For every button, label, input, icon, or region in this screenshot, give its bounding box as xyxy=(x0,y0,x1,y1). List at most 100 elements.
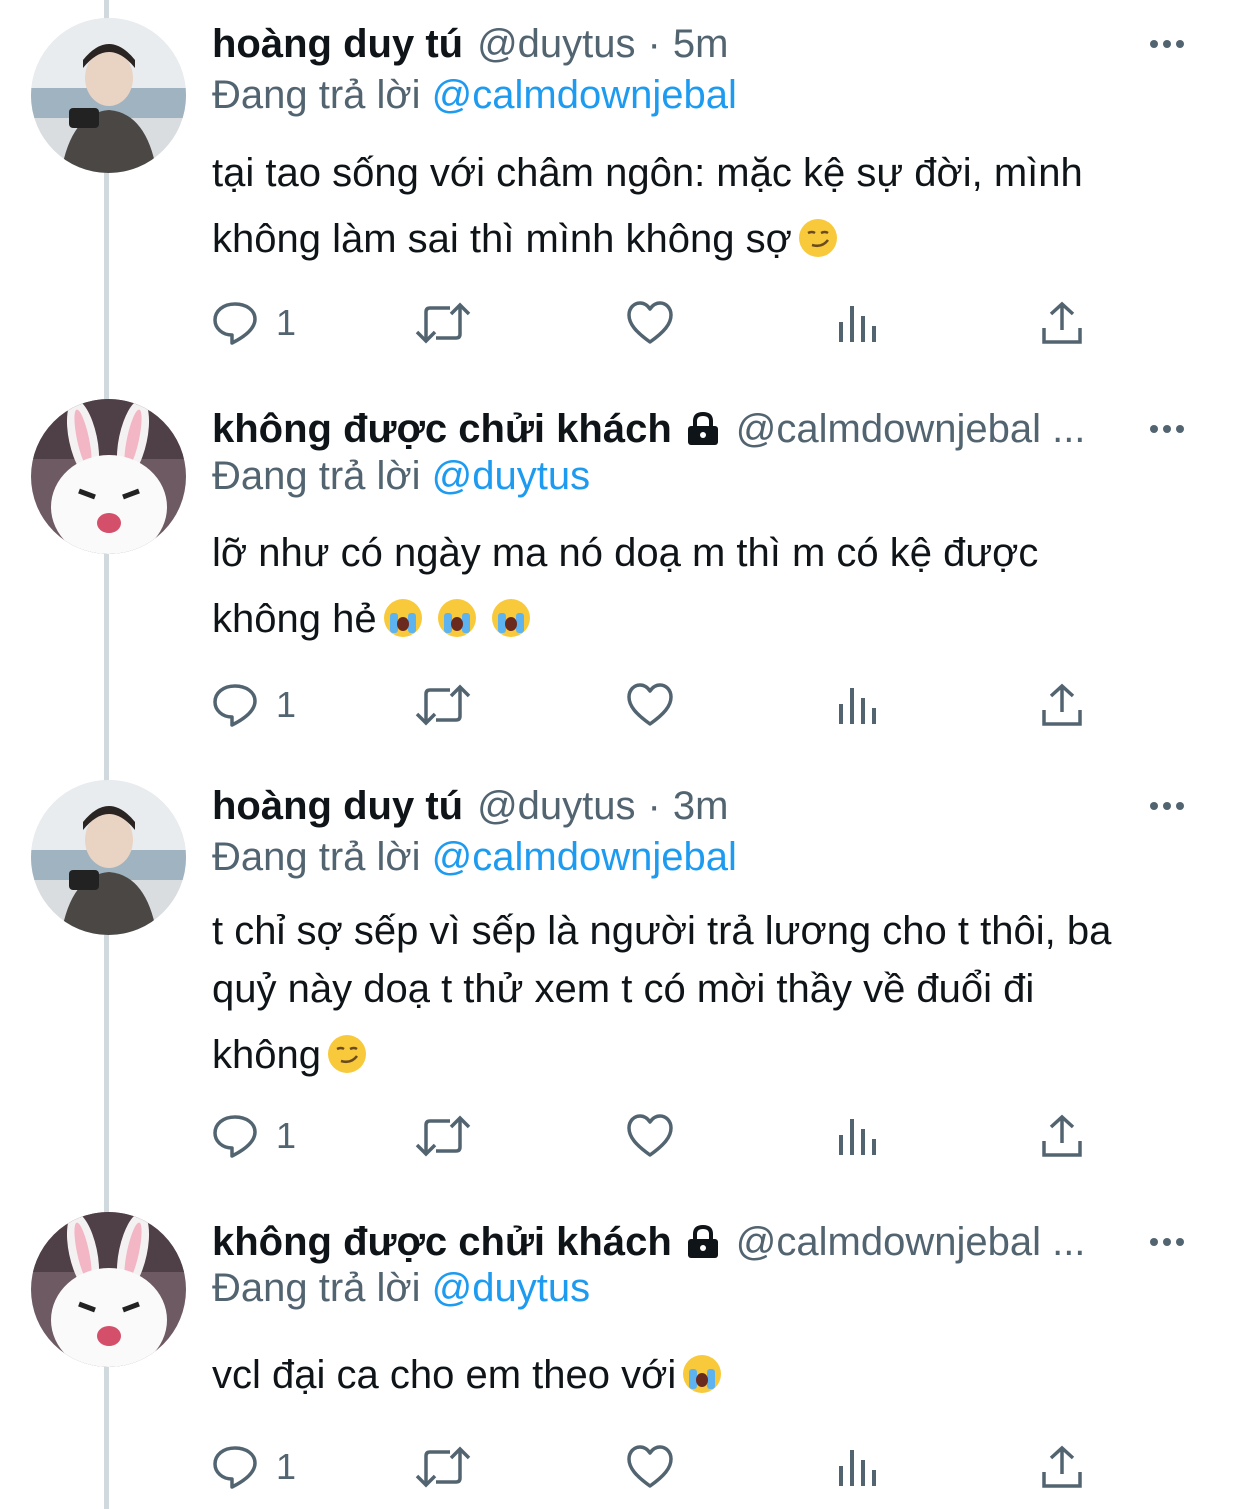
like-icon xyxy=(627,683,673,726)
lock-icon xyxy=(687,412,718,445)
text-line: lỡ như có ngày ma nó doạ m thì m có kệ đ… xyxy=(212,531,1039,575)
tweet-actions: 1 xyxy=(212,679,1112,731)
reply-button[interactable]: 1 xyxy=(212,297,296,349)
tweet-text: tại tao sống với châm ngôn: mặc kệ sự đờ… xyxy=(212,140,1212,272)
reply-icon xyxy=(213,684,257,727)
avatar[interactable] xyxy=(31,399,186,554)
reply-icon xyxy=(213,1115,257,1158)
reply-mention[interactable]: @calmdownjebal xyxy=(432,73,737,117)
avatar[interactable] xyxy=(31,1212,186,1367)
replying-to: Đang trả lời @calmdownjebal xyxy=(212,73,737,118)
lock-icon xyxy=(687,1225,718,1258)
views-button[interactable] xyxy=(836,1110,878,1162)
author-name[interactable]: không được chửi khách xyxy=(212,407,672,452)
smirk-emoji xyxy=(798,219,837,257)
text-line: tại tao sống với châm ngôn: mặc kệ sự đờ… xyxy=(212,151,1083,195)
avatar[interactable] xyxy=(31,780,186,935)
retweet-button[interactable] xyxy=(414,1441,472,1493)
like-icon xyxy=(627,1114,673,1157)
like-button[interactable] xyxy=(626,297,674,349)
tweet-actions: 1 xyxy=(212,1110,1112,1162)
tweet-actions: 1 xyxy=(212,1441,1112,1493)
share-icon xyxy=(1042,301,1082,344)
tweet-text: t chỉ sợ sếp vì sếp là người trả lương c… xyxy=(212,902,1212,1084)
reply-prefix: Đang trả lời xyxy=(212,73,421,117)
loudly-crying-emoji xyxy=(491,599,530,637)
reply-mention[interactable]: @duytus xyxy=(432,454,590,498)
like-icon xyxy=(627,301,673,344)
separator-dot: · xyxy=(647,783,661,828)
text-line: không hẻ xyxy=(212,586,1212,652)
replying-to: Đang trả lời @duytus xyxy=(212,454,590,499)
views-icon xyxy=(839,306,876,342)
more-icon[interactable] xyxy=(1150,1216,1184,1268)
tweet-text: lỡ như có ngày ma nó doạ m thì m có kệ đ… xyxy=(212,520,1212,652)
text-line: vcl đại ca cho em theo với xyxy=(212,1342,1212,1408)
loudly-crying-emoji xyxy=(383,599,422,637)
loudly-crying-emoji xyxy=(437,599,476,637)
text-line: không xyxy=(212,1026,1212,1084)
retweet-button[interactable] xyxy=(414,1110,472,1162)
reply-prefix: Đang trả lời xyxy=(212,454,421,498)
views-icon xyxy=(839,688,876,724)
text-line: quỷ này doạ t thử xem t có mời thầy về đ… xyxy=(212,967,1035,1011)
loudly-crying-emoji xyxy=(683,1355,722,1393)
like-button[interactable] xyxy=(626,1441,674,1493)
like-icon xyxy=(627,1445,673,1488)
share-icon xyxy=(1042,683,1082,726)
more-icon[interactable] xyxy=(1150,780,1184,832)
share-button[interactable] xyxy=(1040,1110,1084,1162)
author-handle[interactable]: @duytus xyxy=(477,784,635,829)
tweet-actions: 1 xyxy=(212,297,1112,349)
avatar[interactable] xyxy=(31,18,186,173)
retweet-icon xyxy=(415,302,471,344)
retweet-button[interactable] xyxy=(414,297,472,349)
timestamp[interactable]: 3m xyxy=(673,784,729,829)
views-button[interactable] xyxy=(836,679,878,731)
reply-mention[interactable]: @calmdownjebal xyxy=(432,835,737,879)
text-line: không làm sai thì mình không sợ xyxy=(212,206,1212,272)
reply-icon xyxy=(213,1446,257,1489)
tweet-text: vcl đại ca cho em theo với xyxy=(212,1342,1212,1408)
more-icon[interactable] xyxy=(1150,18,1184,70)
author-handle[interactable]: @duytus xyxy=(477,22,635,67)
views-button[interactable] xyxy=(836,1441,878,1493)
reply-mention[interactable]: @duytus xyxy=(432,1266,590,1310)
replying-to: Đang trả lời @duytus xyxy=(212,1266,590,1311)
author-name[interactable]: hoàng duy tú xyxy=(212,22,463,67)
reply-button[interactable]: 1 xyxy=(212,1110,296,1162)
share-icon xyxy=(1042,1114,1082,1157)
reply-icon xyxy=(213,302,257,345)
separator-dot: · xyxy=(647,21,661,66)
reply-prefix: Đang trả lời xyxy=(212,1266,421,1310)
share-button[interactable] xyxy=(1040,297,1084,349)
smirk-emoji xyxy=(327,1035,366,1073)
retweet-icon xyxy=(415,1446,471,1488)
like-button[interactable] xyxy=(626,679,674,731)
like-button[interactable] xyxy=(626,1110,674,1162)
reply-button[interactable]: 1 xyxy=(212,1441,296,1493)
retweet-button[interactable] xyxy=(414,679,472,731)
views-icon xyxy=(839,1450,876,1486)
retweet-icon xyxy=(415,684,471,726)
retweet-icon xyxy=(415,1115,471,1157)
replying-to: Đang trả lời @calmdownjebal xyxy=(212,835,737,880)
views-button[interactable] xyxy=(836,297,878,349)
reply-button[interactable]: 1 xyxy=(212,679,296,731)
reply-count: 1 xyxy=(276,1115,297,1156)
author-name[interactable]: không được chửi khách xyxy=(212,1220,672,1265)
author-name[interactable]: hoàng duy tú xyxy=(212,784,463,829)
views-icon xyxy=(839,1119,876,1155)
more-icon[interactable] xyxy=(1150,403,1184,455)
reply-count: 1 xyxy=(276,302,297,343)
timestamp[interactable]: 5m xyxy=(673,22,729,67)
author-handle[interactable]: @calmdownjebal ... xyxy=(736,407,1086,452)
share-icon xyxy=(1042,1445,1082,1488)
reply-count: 1 xyxy=(276,1446,297,1487)
share-button[interactable] xyxy=(1040,679,1084,731)
author-handle[interactable]: @calmdownjebal ... xyxy=(736,1220,1086,1265)
reply-count: 1 xyxy=(276,684,297,725)
share-button[interactable] xyxy=(1040,1441,1084,1493)
text-line: t chỉ sợ sếp vì sếp là người trả lương c… xyxy=(212,909,1112,953)
reply-prefix: Đang trả lời xyxy=(212,835,421,879)
